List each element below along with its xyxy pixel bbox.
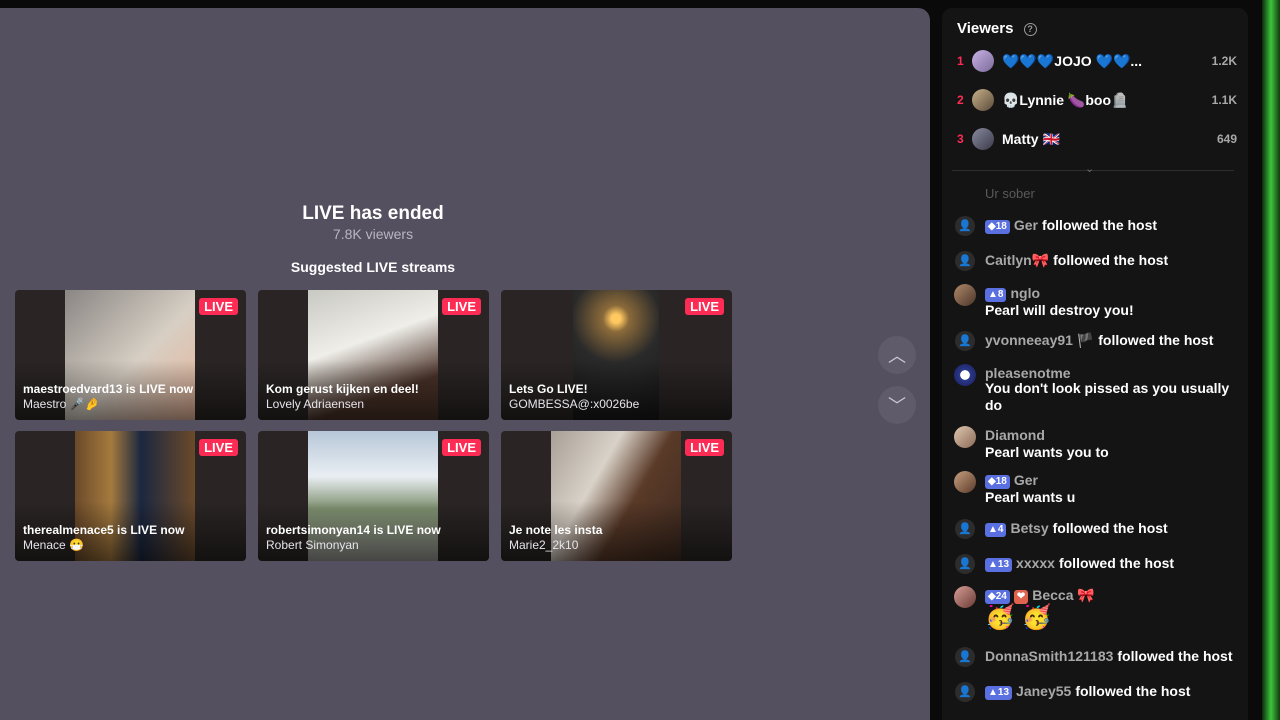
stream-host: Marie2_2k10	[509, 538, 579, 552]
avatar[interactable]	[954, 586, 976, 608]
avatar	[972, 89, 994, 111]
live-badge: LIVE	[442, 439, 481, 456]
follow-user-icon: 👤	[955, 682, 975, 702]
background-window-edge	[1262, 0, 1280, 720]
live-badge: LIVE	[685, 298, 724, 315]
viewer-gift-count: 1.2K	[1211, 54, 1237, 68]
top-viewer-row[interactable]: 1 💙💙💙JOJO 💙💙... 1.2K	[942, 48, 1248, 76]
avatar[interactable]	[954, 471, 976, 493]
chat-username[interactable]: xxxxx	[1016, 555, 1055, 571]
suggested-stream-card[interactable]: LIVE Je note les insta Marie2_2k10	[501, 431, 732, 561]
chat-username[interactable]: Janey55	[1016, 683, 1071, 699]
level-badge: ◆24	[985, 590, 1010, 604]
follow-user-icon: 👤	[955, 216, 975, 236]
suggested-stream-card[interactable]: LIVE therealmenace5 is LIVE now Menace 😷	[15, 431, 246, 561]
viewers-title: Viewers	[957, 20, 1014, 37]
viewer-rank: 3	[957, 132, 964, 146]
chat-action: followed the host	[1098, 332, 1214, 348]
level-badge: ▲13	[985, 686, 1013, 700]
chat-action: followed the host	[1052, 520, 1168, 536]
avatar[interactable]	[954, 364, 976, 386]
chat-username[interactable]: Diamond	[985, 427, 1045, 443]
live-stage: LIVE has ended 7.8K viewers Suggested LI…	[0, 8, 930, 720]
stream-title: therealmenace5 is LIVE now	[23, 523, 185, 537]
top-viewer-row[interactable]: 3 Matty 🇬🇧 649	[942, 126, 1248, 154]
top-viewer-row[interactable]: 2 💀Lynnie 🍆boo🪦 1.1K	[942, 87, 1248, 115]
chat-action: followed the host	[1117, 648, 1233, 664]
stream-host: Maestro 🎤🤌	[23, 397, 100, 411]
chat-faded-message: Ur sober	[985, 186, 1035, 201]
level-badge: ▲8	[985, 288, 1007, 302]
stream-title: robertsimonyan14 is LIVE now	[266, 523, 441, 537]
stream-title: Je note les insta	[509, 523, 603, 537]
level-badge: ▲13	[985, 558, 1013, 572]
viewer-gift-count: 1.1K	[1211, 93, 1237, 107]
chat-username[interactable]: Caitlyn🎀	[985, 252, 1049, 268]
chat-action: followed the host	[1053, 252, 1169, 268]
live-badge: LIVE	[199, 298, 238, 315]
stream-title: Kom gerust kijken en deel!	[266, 382, 419, 396]
collapse-chevron-icon[interactable]: ⌄	[1085, 162, 1094, 175]
suggested-stream-card[interactable]: LIVE robertsimonyan14 is LIVE now Robert…	[258, 431, 489, 561]
stream-title: Lets Go LIVE!	[509, 382, 588, 396]
suggested-stream-card[interactable]: LIVE maestroedvard13 is LIVE now Maestro…	[15, 290, 246, 420]
live-badge: LIVE	[442, 298, 481, 315]
chat-message-text: Pearl will destroy you!	[985, 302, 1134, 318]
chat-action: followed the host	[1041, 217, 1158, 233]
chat-message-text: You don't look pissed as you usually do	[985, 380, 1230, 413]
follow-user-icon: 👤	[955, 554, 975, 574]
follow-user-icon: 👤	[955, 251, 975, 271]
live-badge: LIVE	[685, 439, 724, 456]
chat-username[interactable]: Becca 🎀	[1032, 587, 1095, 603]
follow-user-icon: 👤	[955, 647, 975, 667]
suggested-stream-card[interactable]: LIVE Kom gerust kijken en deel! Lovely A…	[258, 290, 489, 420]
viewers-header: Viewers ?	[957, 20, 1037, 37]
live-badge: LIVE	[199, 439, 238, 456]
suggested-streams-label: Suggested LIVE streams	[290, 259, 456, 275]
viewers-chat-panel: Viewers ? 1 💙💙💙JOJO 💙💙... 1.2K 2 💀Lynnie…	[942, 8, 1248, 720]
avatar[interactable]	[954, 426, 976, 448]
avatar	[972, 50, 994, 72]
viewer-name: 💙💙💙JOJO 💙💙...	[1002, 53, 1143, 69]
fan-badge: ❤	[1013, 590, 1029, 604]
chat-message-text: 🥳 🥳	[985, 604, 1052, 631]
follow-user-icon: 👤	[955, 331, 975, 351]
stream-host: Robert Simonyan	[266, 538, 359, 552]
help-icon[interactable]: ?	[1023, 22, 1037, 36]
next-stream-button[interactable]: ﹀	[878, 386, 916, 424]
stream-host: GOMBESSA@:x0026be	[509, 397, 640, 411]
live-ended-title: LIVE has ended	[302, 203, 444, 224]
chat-username[interactable]: DonnaSmith121183	[985, 648, 1113, 664]
avatar[interactable]	[954, 284, 976, 306]
viewer-rank: 2	[957, 93, 964, 107]
chat-action: followed the host	[1058, 555, 1175, 571]
chat-username[interactable]: nglo	[1010, 285, 1040, 301]
viewer-rank: 1	[957, 54, 964, 68]
level-badge: ◆18	[985, 220, 1010, 234]
chat-username[interactable]: pleasenotme	[985, 365, 1071, 381]
chat-username[interactable]: yvonneeay91 🏴	[985, 332, 1094, 348]
chat-username[interactable]: Ger	[1014, 217, 1038, 233]
previous-stream-button[interactable]: ︿	[878, 336, 916, 374]
stream-host: Lovely Adriaensen	[266, 397, 365, 411]
viewer-name: Matty 🇬🇧	[1002, 131, 1060, 147]
chat-message-text: Pearl wants you to	[985, 444, 1109, 460]
level-badge: ▲4	[985, 523, 1007, 537]
stream-host: Menace 😷	[23, 538, 84, 552]
chat-message-text: Pearl wants u	[985, 489, 1076, 505]
suggested-stream-card[interactable]: LIVE Lets Go LIVE! GOMBESSA@:x0026be	[501, 290, 732, 420]
chat-username[interactable]: Betsy	[1010, 520, 1048, 536]
viewer-gift-count: 649	[1216, 132, 1237, 146]
avatar	[972, 128, 994, 150]
stream-title: maestroedvard13 is LIVE now	[23, 382, 194, 396]
follow-user-icon: 👤	[955, 519, 975, 539]
chat-action: followed the host	[1075, 683, 1191, 699]
chevron-down-icon: ﹀	[888, 396, 906, 416]
chat-username[interactable]: Ger	[1014, 472, 1038, 488]
level-badge: ◆18	[985, 475, 1010, 489]
viewer-name: 💀Lynnie 🍆boo🪦	[1002, 92, 1129, 108]
chevron-up-icon: ︿	[888, 346, 906, 366]
live-ended-viewers: 7.8K viewers	[332, 226, 414, 242]
